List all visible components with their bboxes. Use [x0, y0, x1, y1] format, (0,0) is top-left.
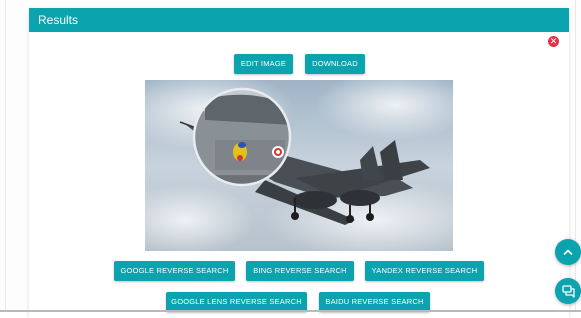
download-button[interactable]: DOWNLOAD: [305, 54, 365, 74]
left-border: [5, 0, 6, 312]
close-icon[interactable]: ✕: [548, 36, 559, 47]
results-header: Results: [29, 8, 569, 32]
right-border: [575, 0, 576, 312]
scroll-top-button[interactable]: [555, 239, 581, 265]
bing-reverse-search-button[interactable]: BING REVERSE SEARCH: [246, 261, 354, 281]
results-card: Results ✕ EDIT IMAGE DOWNLOAD GOOGLE REV…: [29, 8, 569, 318]
results-title: Results: [38, 13, 79, 27]
result-image: [145, 80, 453, 251]
chat-button[interactable]: [555, 278, 581, 304]
image-preview-icon: [145, 80, 453, 251]
google-reverse-search-button[interactable]: GOOGLE REVERSE SEARCH: [114, 261, 235, 281]
google-lens-reverse-search-button[interactable]: GOOGLE LENS REVERSE SEARCH: [166, 292, 307, 312]
edit-image-button[interactable]: EDIT IMAGE: [234, 54, 293, 74]
page: Results ✕ EDIT IMAGE DOWNLOAD GOOGLE REV…: [0, 0, 581, 318]
chevron-up-icon: [563, 249, 573, 255]
yandex-reverse-search-button[interactable]: YANDEX REVERSE SEARCH: [365, 261, 484, 281]
baidu-reverse-search-button[interactable]: BAIDU REVERSE SEARCH: [319, 292, 430, 312]
chat-icon: [562, 285, 575, 298]
